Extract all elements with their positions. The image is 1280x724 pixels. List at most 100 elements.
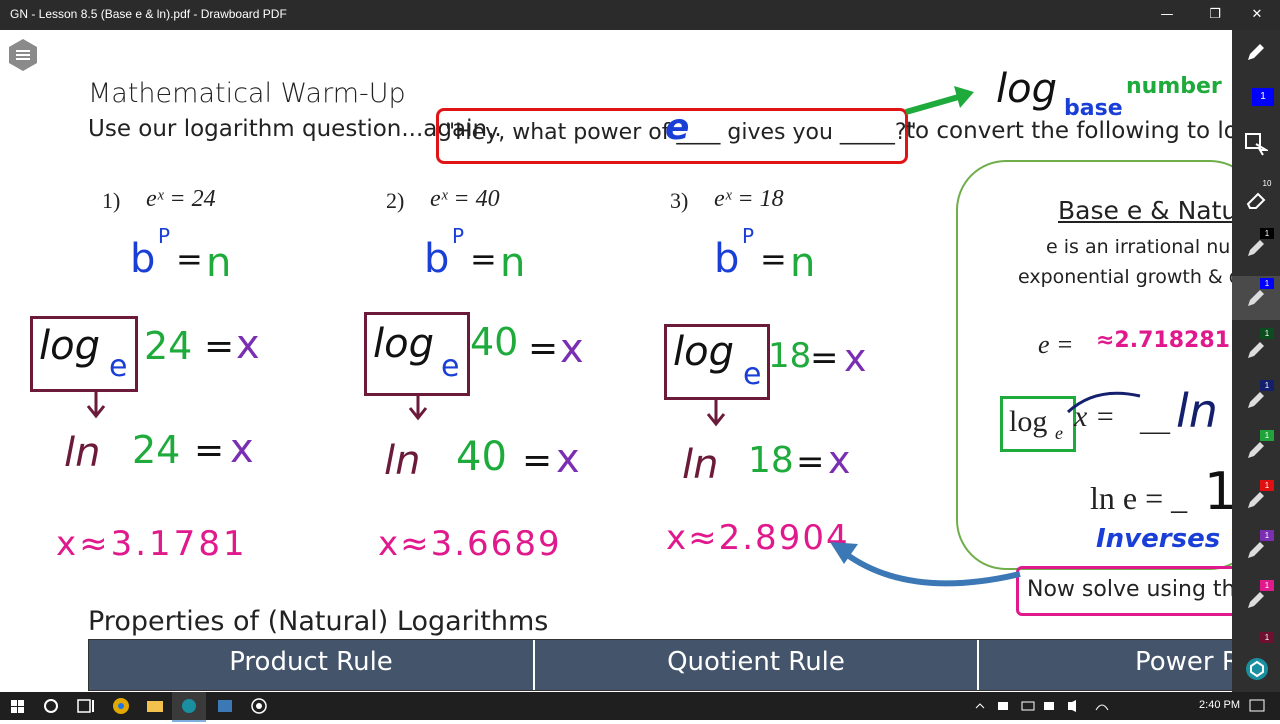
windows-icon [11, 700, 24, 713]
window-title-bar: GN - Lesson 8.5 (Base e & ln).pdf - Draw… [0, 0, 1280, 30]
log-box: log e [664, 324, 770, 400]
ln-overline-stroke [1066, 391, 1141, 414]
b-ink: b [714, 236, 740, 282]
swatch-darkgreen: 1 [1260, 328, 1274, 339]
inverses-ink: Inverses [1096, 524, 1221, 554]
swatch-black: 1 [1260, 228, 1274, 239]
menu-button[interactable] [6, 38, 40, 72]
now-solve-text: Now solve using this! [1027, 577, 1232, 602]
log-base-e-ink: e [743, 357, 762, 392]
pen-icon [1248, 240, 1264, 256]
ln-e-one-ink: 1 [1204, 462, 1232, 522]
ln-ink: ln [682, 442, 719, 488]
window-title: GN - Lesson 8.5 (Base e & ln).pdf - Draw… [10, 7, 287, 21]
search-button[interactable] [34, 692, 68, 720]
record-icon [251, 698, 267, 714]
ln-number-ink: 18 [748, 440, 794, 481]
log-e-text: log [1009, 405, 1048, 438]
pen-icon [1248, 392, 1264, 408]
active-color-swatch[interactable]: 1 [1252, 88, 1274, 106]
clock[interactable]: 2:40 PM [1199, 699, 1240, 711]
app-taskbar-5[interactable] [208, 692, 242, 720]
ln-number-ink: 40 [456, 434, 507, 480]
ruler-tool[interactable] [1232, 646, 1280, 690]
swatch-green: 1 [1260, 430, 1274, 441]
problem-equation: eˣ = 18 [714, 186, 784, 212]
search-icon [44, 699, 58, 713]
table-header-product: Product Rule [229, 647, 393, 677]
down-arrow-icon [706, 398, 726, 427]
base-e-line2: exponential growth & de [1018, 266, 1232, 288]
pen-icon [1248, 542, 1264, 558]
log-box: log e [30, 316, 138, 392]
log-note-number: number [1126, 74, 1222, 99]
ln-x-ink: x [230, 426, 254, 472]
equals-ink: = [176, 240, 203, 278]
folder-icon [147, 701, 163, 712]
app-icon [218, 700, 232, 712]
ln-equals-ink: = [194, 430, 225, 471]
start-button[interactable] [0, 692, 34, 720]
ln-number-ink: 24 [132, 428, 181, 472]
eraser-size: 10 [1262, 179, 1272, 188]
pen-icon [1248, 592, 1264, 608]
ln-equals-ink: = [522, 440, 553, 481]
drawboard-taskbar[interactable] [172, 692, 206, 722]
close-button[interactable]: ✕ [1234, 0, 1280, 30]
n-ink: n [500, 240, 526, 286]
down-arrow-icon [86, 390, 106, 419]
curved-arrow-icon [830, 542, 1021, 587]
log-e-box: log e [1000, 396, 1076, 452]
properties-table: Product Rule Quotient Rule Power R [88, 639, 1232, 691]
select-tool[interactable] [1232, 122, 1280, 166]
question-box: "Hey, what power of ____ gives you _____… [436, 107, 917, 164]
app-taskbar-6[interactable] [242, 692, 276, 720]
log-x-ink: x [560, 326, 584, 372]
log-note-log: log [996, 66, 1057, 112]
equals-ink: = [760, 240, 787, 278]
pen-icon [1248, 342, 1264, 358]
task-view-icon [77, 699, 94, 713]
log-ink: log [673, 329, 734, 375]
answer-ink: x≈3.1781 [56, 524, 248, 564]
ln-x-ink: x [828, 438, 851, 482]
pen-icon [1248, 442, 1264, 458]
drawboard-icon [182, 699, 196, 713]
p-ink: P [452, 224, 465, 248]
problem-label: 1) [102, 188, 121, 213]
log-equals-ink: = [528, 328, 559, 369]
notifications-icon[interactable] [1248, 698, 1268, 714]
maximize-button[interactable]: ❐ [1192, 0, 1238, 30]
ln-ink: ln [384, 438, 421, 484]
chrome-taskbar[interactable] [104, 692, 138, 720]
answer-ink: x≈3.6689 [378, 524, 562, 564]
b-ink: b [424, 236, 450, 282]
properties-heading: Properties of (Natural) Logarithms [88, 606, 549, 637]
log-x-ink: x [844, 336, 867, 380]
minimize-button[interactable]: — [1144, 0, 1190, 30]
ln-equals-ink: = [796, 442, 825, 482]
problem-label: 3) [670, 188, 689, 213]
log-ink: log [373, 321, 434, 367]
menu-icon [9, 39, 37, 71]
log-number-ink: 24 [144, 324, 193, 368]
question-e-ink: e [665, 107, 690, 148]
log-equals-ink: = [810, 338, 839, 378]
log-number-ink: 40 [470, 320, 519, 364]
log-base-e-ink: e [441, 349, 460, 384]
p-ink: P [742, 224, 755, 248]
now-solve-box: Now solve using this! [1016, 566, 1232, 616]
swatch-navy: 1 [1260, 380, 1274, 391]
tray-icons[interactable] [972, 698, 1122, 714]
n-ink: n [206, 240, 232, 286]
table-header-quotient: Quotient Rule [667, 647, 845, 677]
task-view-button[interactable] [68, 692, 102, 720]
log-ink: log [39, 323, 100, 369]
pdf-page[interactable]: Mathematical Warm-Up Use our logarithm q… [0, 30, 1232, 692]
log-box: log e [364, 312, 470, 396]
pen-tool-active[interactable] [1232, 30, 1280, 74]
file-explorer-taskbar[interactable] [138, 692, 172, 720]
log-base-e-ink: e [109, 349, 128, 384]
log-number-ink: 18 [768, 336, 812, 376]
log-e-sub: e [1055, 423, 1063, 443]
